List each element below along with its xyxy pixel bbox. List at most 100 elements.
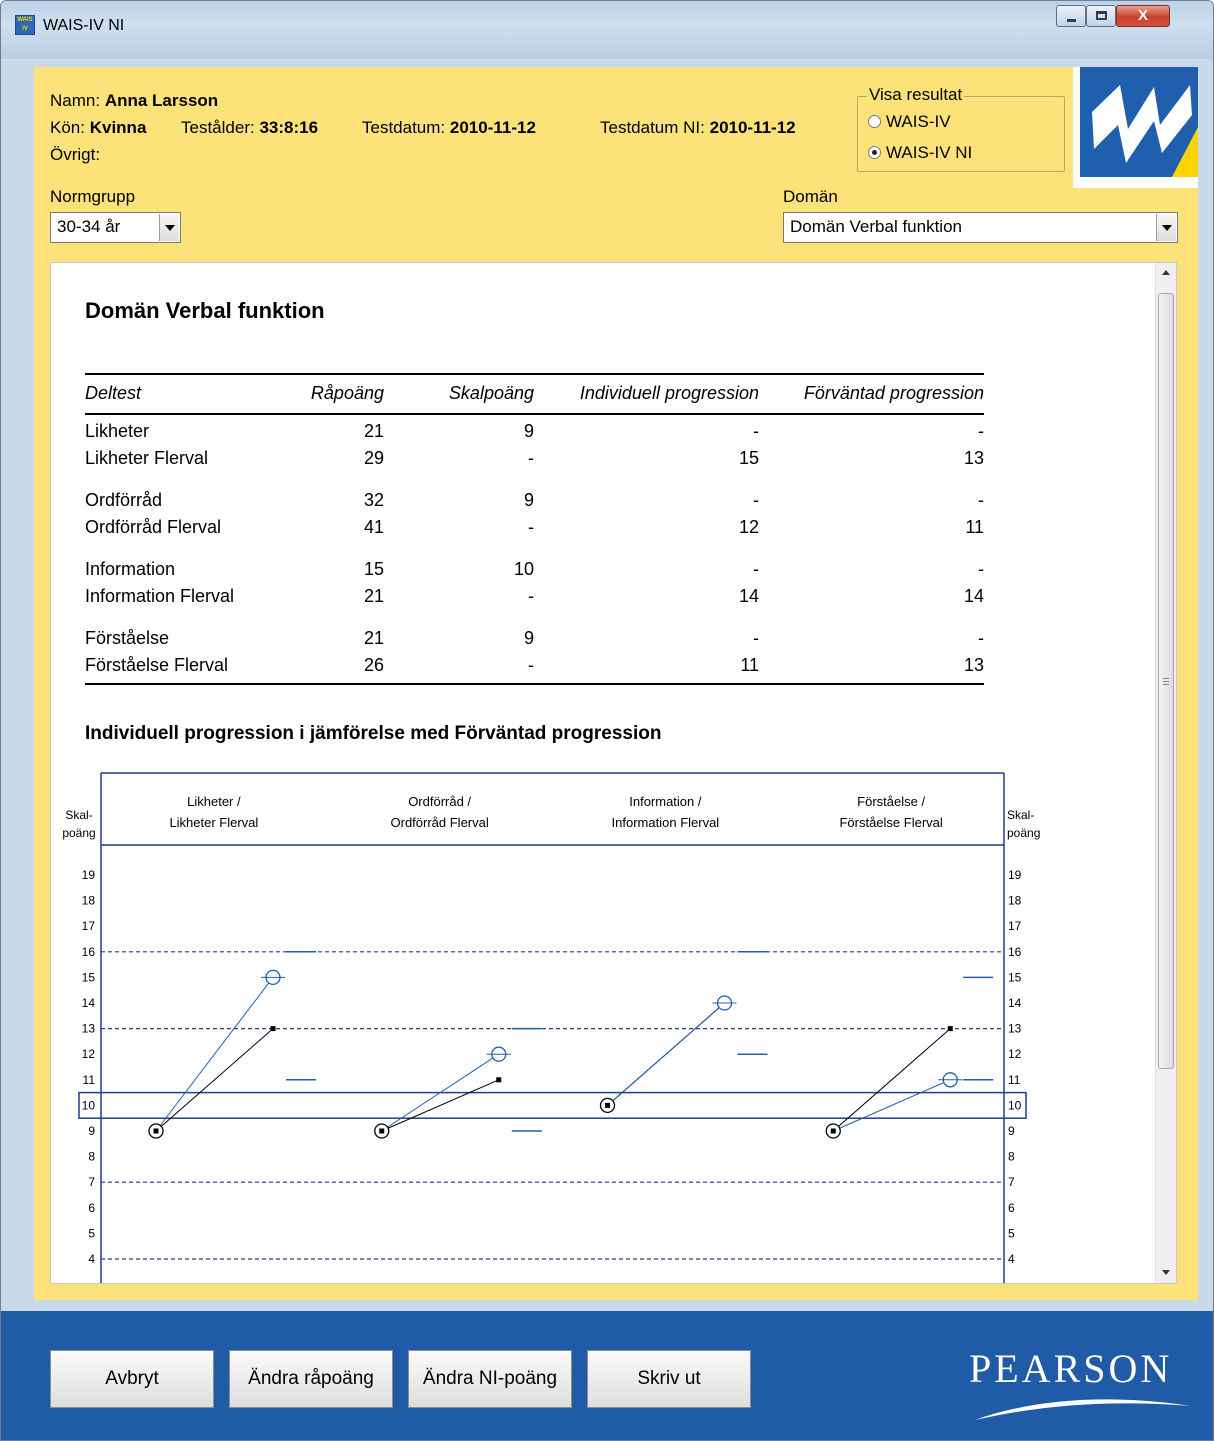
header-forvantad: Förväntad progression (803, 383, 984, 403)
y-tick-label-left: 14 (82, 996, 96, 1010)
pearson-wordmark: PEARSON (969, 1346, 1173, 1391)
y-tick-label-left: 16 (82, 945, 96, 959)
normgrupp-select[interactable]: 30-34 år (50, 212, 181, 243)
close-button[interactable]: X (1116, 5, 1170, 27)
vertical-scrollbar[interactable] (1155, 263, 1176, 1283)
edit-raw-score-button[interactable]: Ändra råpoäng (229, 1350, 393, 1408)
y-tick-label-left: 12 (82, 1047, 96, 1061)
table-rule (85, 683, 984, 685)
category-label: Förståelse Flerval (839, 815, 942, 830)
table-cell: 26 (363, 655, 384, 675)
table-cell: 15 (738, 448, 759, 468)
patient-name-row: Namn: Anna Larsson (50, 91, 218, 111)
table-cell: 9 (523, 490, 534, 510)
y-tick-label-left: 18 (82, 894, 96, 908)
header-individuell: Individuell progression (579, 383, 759, 403)
name-label: Namn: (50, 91, 101, 110)
radio-button-icon[interactable] (868, 115, 881, 128)
y-tick-label-left: 15 (82, 970, 96, 984)
y-tick-label-right: 10 (1008, 1098, 1022, 1112)
testdate-label: Testdatum: (362, 118, 446, 137)
testdate: 2010-11-12 (449, 118, 536, 137)
scroll-up-icon[interactable] (1156, 263, 1176, 283)
table-cell: - (528, 655, 534, 675)
y-tick-label-right: 15 (1008, 970, 1022, 984)
table-rule (85, 373, 984, 375)
radio-wais-iv-ni[interactable]: WAIS-IV NI (868, 143, 972, 163)
sex-label: Kön: (50, 118, 85, 137)
pearson-swoosh-icon (975, 1399, 1190, 1420)
table-cell: 12 (738, 517, 759, 537)
y-tick-label-right: 14 (1008, 996, 1022, 1010)
table-cell: 9 (523, 421, 534, 441)
table-cell: - (978, 559, 984, 579)
patient-sex-row: Kön: Kvinna (50, 118, 146, 138)
other-label: Övrigt: (50, 145, 101, 164)
y-tick-label-left: 13 (82, 1022, 96, 1036)
testdate-ni-label: Testdatum NI: (600, 118, 705, 137)
normgrupp-value: 30-34 år (57, 217, 121, 236)
table-cell: - (528, 448, 534, 468)
grip-icon (1163, 678, 1169, 685)
y-tick-label-left: 17 (82, 919, 96, 933)
expected-progression-line (155, 1028, 274, 1132)
start-point-mark (830, 1128, 836, 1134)
y-tick-label-left: 19 (82, 868, 96, 882)
normgrupp-label: Normgrupp (50, 187, 136, 206)
age-label: Testålder: (181, 118, 255, 137)
visa-resultat-legend: Visa resultat (867, 85, 965, 105)
y-tick-label-right: 18 (1008, 894, 1022, 908)
subtest-name: Ordförråd Flerval (85, 517, 222, 537)
minimize-button[interactable] (1056, 5, 1086, 27)
window-title: WAIS-IV NI (43, 17, 125, 34)
category-label: Likheter Flerval (169, 815, 258, 830)
axis-label-left: Skal- (65, 808, 92, 822)
table-cell: 21 (363, 586, 384, 606)
testdate-row: Testdatum: 2010-11-12 (362, 118, 536, 138)
expected-point (270, 1026, 276, 1032)
progression-chart: Skal-poäng Skal-poäng Likheter / Likheter F… (62, 772, 1040, 1283)
expected-point (947, 1026, 953, 1032)
subtest-name: Förståelse Flerval (85, 655, 229, 675)
y-tick-label-right: 11 (1008, 1073, 1021, 1087)
y-tick-label-right: 12 (1008, 1047, 1022, 1061)
pearson-logo: PEARSON (969, 1345, 1195, 1422)
subtest-name: Likheter (85, 421, 150, 441)
table-cell: 15 (363, 559, 384, 579)
category-label: Förståelse / (857, 794, 925, 809)
radio-button-checked-icon[interactable] (868, 146, 881, 159)
doman-value: Domän Verbal funktion (790, 217, 962, 236)
axis-label-right: Skal- (1007, 808, 1034, 822)
radio-wais-iv[interactable]: WAIS-IV (868, 112, 951, 132)
scroll-down-icon[interactable] (1156, 1263, 1176, 1283)
scrollbar-thumb[interactable] (1158, 293, 1174, 1069)
table-cell: 11 (965, 517, 984, 537)
table-cell: 10 (513, 559, 534, 579)
report-view[interactable]: Domän Verbal funktion Deltest Råpoäng Sk… (50, 262, 1177, 1284)
table-cell: - (978, 628, 984, 648)
y-tick-label-left: 7 (88, 1175, 95, 1189)
table-cell: - (528, 586, 534, 606)
start-point-mark (153, 1128, 159, 1134)
y-tick-label-right: 19 (1008, 868, 1022, 882)
table-cell: 11 (740, 655, 759, 675)
print-button[interactable]: Skriv ut (587, 1350, 751, 1408)
edit-ni-score-button[interactable]: Ändra NI-poäng (408, 1350, 572, 1408)
chevron-down-icon[interactable] (159, 214, 179, 241)
maximize-button[interactable] (1086, 5, 1116, 27)
doman-select[interactable]: Domän Verbal funktion (783, 212, 1178, 243)
table-rule (85, 413, 984, 415)
table-cell: 13 (963, 655, 984, 675)
axis-label-left: poäng (62, 826, 95, 840)
chevron-down-icon[interactable] (1156, 214, 1176, 241)
close-icon: X (1137, 7, 1148, 24)
y-tick-label-right: 6 (1008, 1201, 1015, 1215)
table-cell: 14 (963, 586, 984, 606)
title-bar[interactable]: WAIS IV WAIS-IV NI X (1, 1, 1213, 59)
table-cell: - (978, 421, 984, 441)
table-cell: 32 (363, 490, 384, 510)
table-cell: - (753, 559, 759, 579)
individual-progression-line (607, 1002, 725, 1106)
patient-sex: Kvinna (89, 118, 147, 137)
cancel-button[interactable]: Avbryt (50, 1350, 214, 1408)
